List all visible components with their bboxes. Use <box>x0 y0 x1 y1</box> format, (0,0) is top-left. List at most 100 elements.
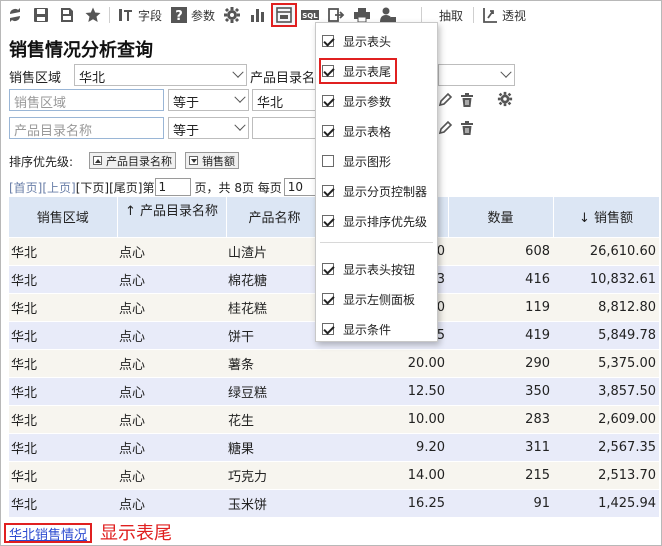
refresh-icon <box>10 8 20 22</box>
pager-first-link[interactable]: [首页] <box>9 179 42 196</box>
table-row: 华北 点心 巧克力 14.00 215 2,513.70 <box>9 460 659 489</box>
pager-page-input[interactable]: 1 <box>154 178 191 196</box>
col-header-region[interactable]: 销售区域 <box>9 197 118 237</box>
toolbar-separator <box>421 7 423 23</box>
checkbox-checked-icon[interactable] <box>322 215 334 227</box>
checkbox-checked-icon[interactable] <box>322 293 334 305</box>
condition-operator-select[interactable]: 等于 <box>168 89 249 111</box>
menu-item-label: 显示参数 <box>343 94 392 109</box>
cell-product: 绿豆糕 <box>226 376 323 405</box>
pager-per-page-input[interactable]: 10 <box>283 178 318 196</box>
pager-last-link[interactable]: [尾页] <box>109 179 142 196</box>
save-button[interactable] <box>28 3 54 27</box>
edit-pencil-icon[interactable] <box>437 92 453 108</box>
cell-sales: 2,609.00 <box>553 404 659 433</box>
cell-region: 华北 <box>9 236 117 265</box>
checkbox-checked-icon[interactable] <box>322 125 334 137</box>
svg-text:SQL: SQL <box>302 12 318 20</box>
menu-item-6[interactable]: 显示分页控制器 <box>322 178 427 204</box>
page-title: 销售情况分析查询 <box>9 40 153 61</box>
sort-button-sales[interactable]: 销售额 <box>185 152 239 169</box>
condition-value-input-2[interactable] <box>252 117 316 139</box>
pivot-icon <box>483 8 498 23</box>
menu-item-4[interactable]: 显示表格 <box>322 118 391 144</box>
checkbox-checked-icon[interactable] <box>322 35 334 47</box>
table-row: 华北 点心 花生 10.00 283 2,609.00 <box>9 404 659 433</box>
cell-price: 10.00 <box>323 404 448 433</box>
delete-trash-icon[interactable] <box>459 92 475 108</box>
refresh-button[interactable] <box>2 3 28 27</box>
parameter-button[interactable]: ? 参数 <box>166 3 219 27</box>
table-options-button[interactable] <box>271 3 298 27</box>
edit-pencil-icon[interactable] <box>437 120 453 136</box>
toolbar-separator <box>109 7 110 23</box>
parameter-icon: ? <box>171 7 188 24</box>
condition-operator-select-2[interactable]: 等于 <box>168 117 249 139</box>
cell-catalog: 点心 <box>117 236 226 265</box>
extract-button[interactable]: 抽取 <box>435 3 467 27</box>
cell-catalog: 点心 <box>117 292 226 321</box>
col-header-quantity[interactable]: 数量 <box>448 197 554 237</box>
table-row: 华北 点心 糖果 9.20 311 2,567.35 <box>9 432 659 461</box>
condition-field-input[interactable]: 销售区域 <box>9 89 164 111</box>
col-header-sales[interactable]: ↓ 销售额 <box>553 197 660 237</box>
chart-button[interactable] <box>245 3 271 27</box>
checkbox-checked-icon[interactable] <box>322 263 334 275</box>
menu-item-10[interactable]: 显示条件 <box>322 316 391 342</box>
favorite-button[interactable] <box>80 3 106 27</box>
pager-next-link[interactable]: [下页] <box>76 179 109 196</box>
save-as-button[interactable] <box>54 3 80 27</box>
table-options-icon <box>276 7 292 23</box>
menu-item-9[interactable]: 显示左侧面板 <box>322 286 415 312</box>
cell-region: 华北 <box>9 460 117 489</box>
pager-page-prefix: 第 <box>142 180 155 195</box>
menu-item-label: 显示图形 <box>343 154 392 169</box>
checkbox-checked-icon[interactable] <box>322 95 334 107</box>
cell-product: 饼干 <box>226 320 323 349</box>
col-header-product[interactable]: 产品名称 <box>226 197 324 237</box>
menu-item-2[interactable]: 显示表尾 <box>319 58 398 84</box>
checkbox-unchecked-icon[interactable] <box>322 155 334 167</box>
cell-quantity: 91 <box>448 488 553 517</box>
settings-button[interactable] <box>219 3 245 27</box>
cell-region: 华北 <box>9 404 117 433</box>
pivot-label: 透视 <box>502 8 527 23</box>
cell-product: 桂花糕 <box>226 292 323 321</box>
menu-item-1[interactable]: 显示表头 <box>322 28 391 54</box>
pivot-button[interactable]: 透视 <box>477 3 530 27</box>
cell-region: 华北 <box>9 320 117 349</box>
cell-quantity: 119 <box>448 292 553 321</box>
checkbox-checked-icon[interactable] <box>322 185 334 197</box>
catalog-select[interactable] <box>438 64 515 86</box>
pager-page-total: 页，共 8页 每页 <box>194 180 282 195</box>
cell-sales: 5,849.78 <box>553 320 659 349</box>
field-button[interactable]: 字段 <box>113 3 166 27</box>
checkbox-checked-icon[interactable] <box>322 323 334 335</box>
menu-item-3[interactable]: 显示参数 <box>322 88 391 114</box>
menu-item-8[interactable]: 显示表头按钮 <box>322 256 415 282</box>
cell-sales: 3,857.50 <box>553 376 659 405</box>
menu-item-7[interactable]: 显示排序优先级 <box>322 208 427 234</box>
condition-settings-gear-icon[interactable] <box>497 91 513 107</box>
chevron-down-icon <box>234 119 246 131</box>
cell-product: 糖果 <box>226 432 323 461</box>
sort-button-catalog[interactable]: 产品目录名称 <box>89 152 176 169</box>
save-as-icon <box>61 8 73 22</box>
cell-price: 16.25 <box>323 488 448 517</box>
cell-region: 华北 <box>9 376 117 405</box>
pager: [首页] [上页] [下页] [尾页] 第 1 页，共 8页 每页 10 <box>9 178 318 196</box>
condition-field-input-2[interactable]: 产品目录名称 <box>9 117 164 139</box>
cell-product: 玉米饼 <box>226 488 323 517</box>
pager-prev-link[interactable]: [上页] <box>42 179 75 196</box>
condition-operator-value: 等于 <box>173 96 200 111</box>
region-select[interactable]: 华北 <box>74 64 247 86</box>
footer-link[interactable]: 华北销售情况 <box>4 523 93 543</box>
checkbox-checked-icon[interactable] <box>322 65 334 77</box>
cell-catalog: 点心 <box>117 404 226 433</box>
condition-value-input[interactable]: 华北 <box>252 89 316 111</box>
menu-item-5[interactable]: 显示图形 <box>322 148 391 174</box>
delete-trash-icon[interactable] <box>459 120 475 136</box>
col-header-catalog[interactable]: ↑ 产品目录名称 <box>117 197 227 237</box>
cell-product: 巧克力 <box>226 460 323 489</box>
field-label: 字段 <box>138 8 163 23</box>
